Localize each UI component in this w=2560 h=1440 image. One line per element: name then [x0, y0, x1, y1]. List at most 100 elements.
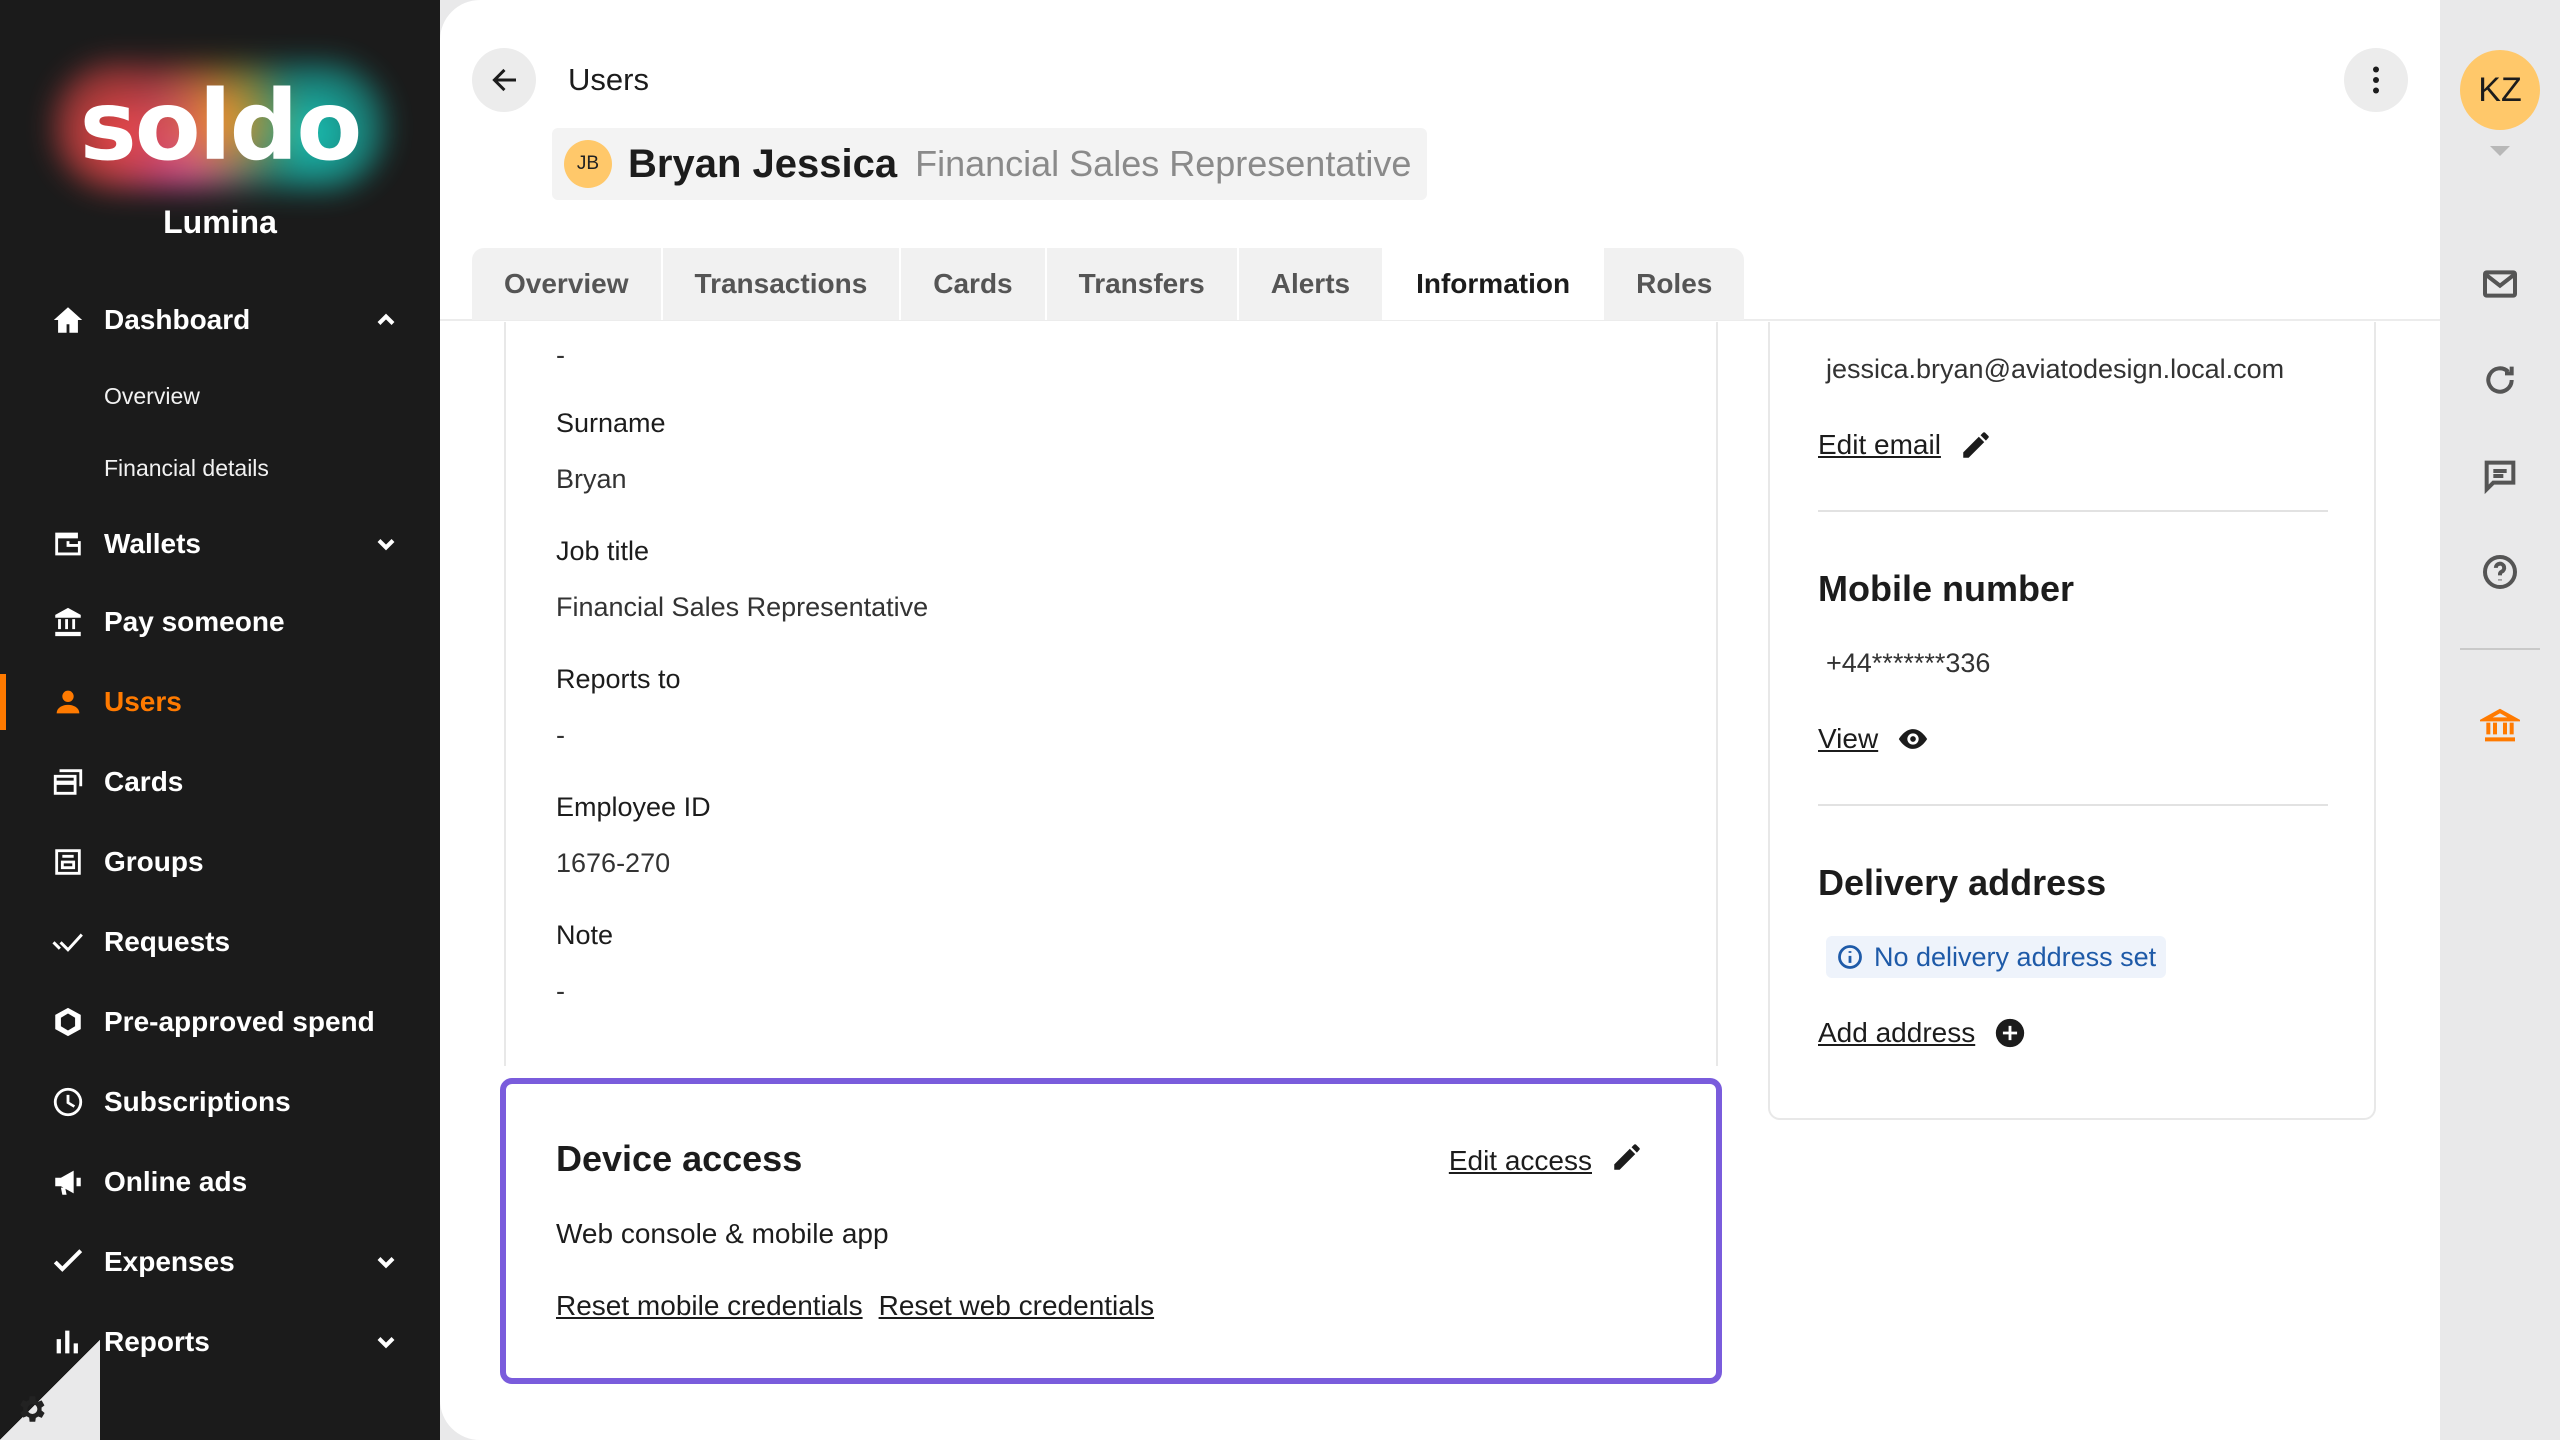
tab-transactions[interactable]: Transactions: [662, 248, 902, 320]
add-address-button[interactable]: Add address: [1818, 1016, 2027, 1050]
sidebar-item-requests[interactable]: Requests: [0, 902, 440, 982]
sidebar-item-label: Online ads: [104, 1166, 248, 1197]
no-address-badge: No delivery address set: [1826, 936, 2167, 978]
tab-alerts[interactable]: Alerts: [1238, 248, 1385, 320]
chevron-up-icon: [372, 306, 400, 334]
user-name: Bryan Jessica: [628, 141, 898, 186]
delivery-address-heading: Delivery address: [1818, 862, 2107, 903]
edit-access-button[interactable]: Edit access: [1449, 1140, 1662, 1181]
edit-email-button[interactable]: Edit email: [1818, 428, 1993, 462]
add-address-label: Add address: [1818, 1017, 1976, 1048]
surname-value: Bryan: [556, 464, 627, 494]
pencil-icon: [1963, 432, 1989, 458]
arrow-left-icon: [492, 68, 516, 92]
sidebar-item-label: Expenses: [104, 1246, 235, 1277]
back-button[interactable]: [472, 48, 536, 112]
sidebar-item-pre-approved-spend[interactable]: Pre-approved spend: [0, 982, 440, 1062]
tab-bar: Overview Transactions Cards Transfers Al…: [472, 248, 1745, 320]
field-value: -: [556, 340, 565, 370]
home-icon: [50, 302, 86, 338]
device-access-title: Device access: [556, 1138, 803, 1179]
sidebar-item-label: Subscriptions: [104, 1086, 291, 1117]
mail-icon[interactable]: [2480, 264, 2520, 304]
reports-to-label: Reports to: [556, 664, 681, 694]
tab-overview[interactable]: Overview: [472, 248, 663, 320]
sidebar-subitem-financial-details[interactable]: Financial details: [0, 432, 440, 504]
reset-web-credentials-link[interactable]: Reset web credentials: [879, 1290, 1154, 1322]
email-value: jessica.bryan@aviatodesign.local.com: [1826, 354, 2285, 384]
info-icon: [1838, 945, 1862, 969]
chevron-down-icon: [372, 1328, 400, 1356]
sidebar-item-online-ads[interactable]: Online ads: [0, 1142, 440, 1222]
user-header: JB Bryan Jessica Financial Sales Represe…: [552, 128, 1428, 200]
sidebar-item-subscriptions[interactable]: Subscriptions: [0, 1062, 440, 1142]
cards-icon: [50, 764, 86, 800]
user-icon: [50, 684, 86, 720]
breadcrumb[interactable]: Users: [568, 62, 649, 98]
wallet-icon: [50, 526, 86, 562]
surname-label: Surname: [556, 408, 666, 438]
divider: [1818, 510, 2328, 512]
reset-links: Reset mobile credentials Reset web crede…: [556, 1290, 1154, 1322]
avatar: JB: [564, 140, 612, 188]
no-address-text: No delivery address set: [1874, 941, 2157, 972]
contact-card: jessica.bryan@aviatodesign.local.com Edi…: [1768, 322, 2376, 1120]
note-value: -: [556, 976, 565, 1006]
sidebar-item-label: Users: [104, 686, 182, 717]
device-access-card: Device access Edit access Web console & …: [500, 1078, 1722, 1384]
refresh-icon[interactable]: [2480, 360, 2520, 400]
company-name: Lumina: [163, 204, 277, 240]
tab-information[interactable]: Information: [1384, 248, 1605, 320]
checkmark-pen-icon: [50, 1244, 86, 1280]
chevron-down-icon: [372, 1248, 400, 1276]
sidebar: soldo Lumina Dashboard Overview Financia…: [0, 0, 440, 1440]
rail-divider: [2460, 648, 2540, 650]
mobile-number-value: +44*******336: [1826, 648, 1991, 678]
sidebar-item-label: Dashboard: [104, 304, 251, 335]
logo: soldo: [0, 52, 440, 200]
logo-text: soldo: [79, 70, 363, 182]
pencil-icon: [1610, 1140, 1644, 1181]
more-options-button[interactable]: [2344, 48, 2408, 112]
chevron-down-icon: [372, 530, 400, 558]
megaphone-icon: [50, 1164, 86, 1200]
bank-transfer-icon: [50, 604, 86, 640]
note-label: Note: [556, 920, 614, 950]
device-access-value: Web console & mobile app: [556, 1218, 889, 1249]
sidebar-item-label: Pre-approved spend: [104, 1006, 375, 1037]
caret-down-icon[interactable]: [2490, 146, 2510, 156]
divider: [1818, 804, 2328, 806]
sidebar-item-cards[interactable]: Cards: [0, 742, 440, 822]
clock-icon: [50, 1084, 86, 1120]
user-details-card: - Surname Bryan Job title Financial Sale…: [504, 322, 1718, 1066]
sidebar-item-label: Wallets: [104, 528, 201, 559]
sidebar-item-users[interactable]: Users: [0, 662, 440, 742]
sidebar-item-wallets[interactable]: Wallets: [0, 504, 440, 584]
sidebar-item-label: Requests: [104, 926, 231, 957]
sidebar-item-dashboard[interactable]: Dashboard: [0, 280, 440, 360]
tab-transfers[interactable]: Transfers: [1046, 248, 1239, 320]
tab-cards[interactable]: Cards: [901, 248, 1047, 320]
bank-icon[interactable]: [2477, 706, 2523, 746]
chat-icon[interactable]: [2480, 456, 2520, 496]
help-icon[interactable]: [2480, 552, 2520, 592]
mobile-number-heading: Mobile number: [1818, 568, 2075, 609]
sidebar-item-label: Cards: [104, 766, 184, 797]
sidebar-item-pay-someone[interactable]: Pay someone: [0, 582, 440, 662]
user-role: Financial Sales Representative: [915, 143, 1412, 184]
more-vertical-icon: [2373, 66, 2379, 94]
job-title-value: Financial Sales Representative: [556, 592, 929, 622]
reset-mobile-credentials-link[interactable]: Reset mobile credentials: [556, 1290, 863, 1322]
account-avatar[interactable]: KZ: [2460, 50, 2540, 130]
tab-roles[interactable]: Roles: [1604, 248, 1745, 320]
double-check-icon: [50, 924, 86, 960]
employee-id-value: 1676-270: [556, 848, 671, 878]
sidebar-item-expenses[interactable]: Expenses: [0, 1222, 440, 1302]
tab-content: - Surname Bryan Job title Financial Sale…: [440, 322, 2440, 1440]
gear-icon[interactable]: [14, 1392, 48, 1426]
sidebar-item-groups[interactable]: Groups: [0, 822, 440, 902]
sidebar-nav: Dashboard Overview Financial details Wal…: [0, 280, 440, 1382]
view-mobile-button[interactable]: View: [1818, 722, 1930, 756]
plus-circle-icon: [1996, 1018, 2025, 1048]
sidebar-subitem-overview[interactable]: Overview: [0, 360, 440, 432]
